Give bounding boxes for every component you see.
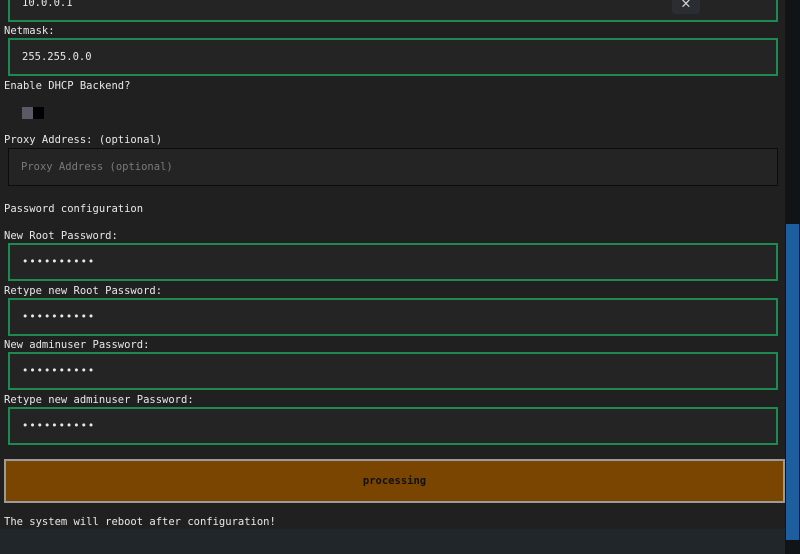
root-password-input[interactable]: [22, 256, 776, 268]
ip-address-field[interactable]: ✕: [8, 0, 778, 22]
netmask-label: Netmask:: [4, 25, 55, 37]
root-password-retype-input[interactable]: [22, 311, 776, 323]
adminuser-password-field[interactable]: [8, 352, 778, 390]
netmask-field[interactable]: [8, 38, 778, 76]
adminuser-password-input[interactable]: [22, 365, 776, 377]
root-password-label: New Root Password:: [4, 230, 118, 242]
root-password-retype-field[interactable]: [8, 298, 778, 336]
processing-button[interactable]: processing: [4, 459, 785, 503]
root-password-retype-label: Retype new Root Password:: [4, 285, 163, 297]
toggle-track: [22, 107, 33, 119]
close-icon: ✕: [681, 0, 691, 12]
dhcp-label: Enable DHCP Backend?: [4, 80, 131, 92]
dhcp-toggle[interactable]: [22, 107, 44, 119]
scrollbar-thumb[interactable]: [786, 224, 799, 540]
password-section-title: Password configuration: [4, 203, 144, 215]
proxy-input[interactable]: [21, 161, 777, 173]
root-password-field[interactable]: [8, 243, 778, 281]
config-panel: ✕ Netmask: Enable DHCP Backend? Proxy Ad…: [0, 0, 785, 554]
netmask-input[interactable]: [22, 51, 776, 63]
proxy-field[interactable]: [8, 148, 778, 186]
toggle-knob: [33, 107, 44, 119]
proxy-label: Proxy Address: (optional): [4, 134, 163, 146]
clear-button[interactable]: ✕: [672, 0, 700, 14]
adminuser-password-retype-label: Retype new adminuser Password:: [4, 394, 194, 406]
bottom-strip: [0, 529, 785, 554]
adminuser-password-retype-input[interactable]: [22, 420, 776, 432]
adminuser-password-retype-field[interactable]: [8, 407, 778, 445]
ip-address-input[interactable]: [22, 0, 776, 9]
processing-label: processing: [362, 475, 427, 487]
adminuser-password-label: New adminuser Password:: [4, 339, 150, 351]
reboot-notice: The system will reboot after configurati…: [4, 516, 276, 528]
